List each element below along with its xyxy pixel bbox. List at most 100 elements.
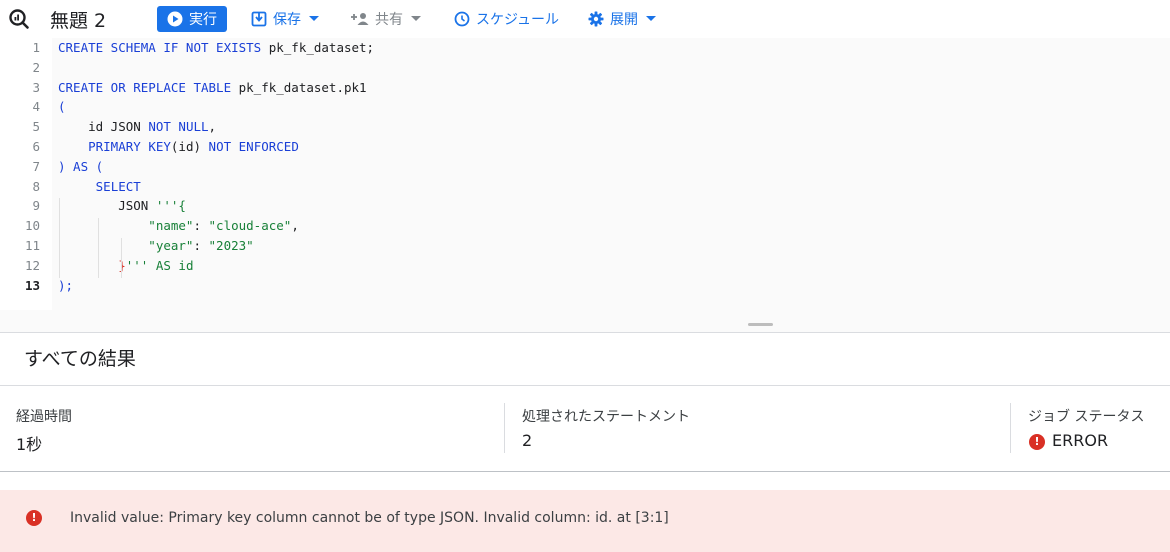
line-number: 2 [32, 59, 40, 75]
code-token: : [193, 218, 209, 234]
code-text: SELECT [58, 177, 141, 197]
chevron-down-icon [411, 16, 421, 22]
code-token: '''{ [155, 198, 186, 214]
line-number: 9 [32, 198, 40, 214]
error-icon: ! [1029, 434, 1045, 450]
code-token: , [208, 119, 217, 135]
code-line[interactable]: 4( [0, 97, 1170, 117]
line-number: 13 [24, 277, 40, 293]
chevron-down-icon [309, 16, 319, 22]
line-number: 3 [32, 79, 40, 95]
query-title[interactable]: 無題 2 [50, 6, 106, 33]
code-line[interactable]: 1 CREATE SCHEMA IF NOT EXISTS pk_fk_datas… [0, 38, 1170, 58]
code-token: JSON [58, 198, 156, 214]
statements-processed-label: 処理されたステートメント [522, 409, 690, 425]
gear-icon [588, 11, 604, 27]
line-number: 12 [24, 257, 40, 273]
results-title: すべての結果 [24, 348, 136, 370]
stat-separator [504, 403, 505, 453]
code-line[interactable]: 12 }''' AS id [0, 256, 1170, 276]
divider [0, 385, 1170, 386]
code-text: JSON '''{ [58, 196, 186, 216]
line-number: 4 [32, 99, 40, 115]
divider [0, 471, 1170, 472]
query-toolbar: 無題 2 実行 保存 共有 スケジュール 展開 [0, 0, 1170, 38]
code-line[interactable]: 2 [0, 58, 1170, 78]
job-status-label: ジョブ ステータス [1028, 409, 1145, 425]
code-line[interactable]: 9 JSON '''{ [0, 196, 1170, 216]
code-text: ); [58, 276, 73, 296]
code-token: "cloud-ace" [208, 218, 292, 234]
play-circle-icon [167, 11, 183, 27]
code-token: (id) [170, 139, 209, 154]
code-text: PRIMARY KEY(id) NOT ENFORCED [58, 137, 299, 157]
code-token: CREATE OR REPLACE TABLE [58, 79, 232, 95]
code-token: ( [58, 99, 66, 115]
resize-handle[interactable] [748, 323, 773, 326]
code-line[interactable]: 5 id JSON NOT NULL, [0, 117, 1170, 137]
code-text: "name": "cloud-ace", [58, 216, 299, 236]
save-button-label: 保存 [273, 12, 301, 28]
line-number: 10 [24, 218, 40, 234]
run-button-label: 実行 [189, 12, 217, 28]
code-text: }''' AS id [58, 256, 193, 276]
person-add-icon [351, 12, 369, 26]
schedule-button[interactable]: スケジュール [454, 6, 559, 32]
line-number: 8 [32, 178, 40, 194]
elapsed-time-value: 1秒 [16, 435, 43, 454]
code-token: , [291, 218, 299, 234]
deploy-button-label: 展開 [610, 12, 638, 28]
schedule-button-label: スケジュール [476, 12, 560, 28]
clock-icon [454, 11, 470, 27]
share-button-label: 共有 [375, 12, 403, 28]
save-button[interactable]: 保存 [251, 6, 319, 32]
code-text: "year": "2023" [58, 236, 254, 256]
sql-editor[interactable]: 1 CREATE SCHEMA IF NOT EXISTS pk_fk_datas… [0, 38, 1170, 310]
code-text: ( [58, 97, 66, 117]
job-status-value: ERROR [1052, 431, 1109, 450]
code-token: SELECT [95, 178, 141, 194]
statements-processed-value: 2 [522, 431, 533, 450]
error-icon: ! [26, 510, 42, 526]
code-token: "name" [58, 218, 194, 234]
share-button[interactable]: 共有 [351, 6, 421, 32]
code-text: CREATE OR REPLACE TABLE pk_fk_dataset.pk… [58, 78, 367, 98]
code-line[interactable]: 7 ) AS ( [0, 157, 1170, 177]
indent-guide [59, 198, 60, 278]
save-icon [251, 11, 267, 27]
line-number: 5 [32, 119, 40, 135]
code-token: ) AS ( [58, 158, 104, 174]
code-line[interactable]: 3 CREATE OR REPLACE TABLE pk_fk_dataset.p… [0, 78, 1170, 98]
chevron-down-icon [646, 16, 656, 22]
code-text: ) AS ( [58, 157, 103, 177]
code-line[interactable]: 6 PRIMARY KEY(id) NOT ENFORCED [0, 137, 1170, 157]
code-token: CREATE SCHEMA IF NOT EXISTS [58, 40, 262, 55]
code-text: id JSON NOT NULL, [58, 117, 216, 137]
code-token: pk_fk_dataset; [261, 40, 375, 55]
indent-guide [98, 218, 99, 278]
code-line[interactable]: 10 "name": "cloud-ace", [0, 216, 1170, 236]
stat-separator [1010, 403, 1011, 453]
code-token: "2023" [208, 238, 254, 253]
elapsed-time-label: 経過時間 [16, 409, 72, 425]
run-button[interactable]: 実行 [157, 6, 227, 32]
line-number: 7 [32, 158, 40, 174]
indent-guide [121, 238, 122, 278]
line-number: 11 [24, 238, 40, 253]
code-text: CREATE SCHEMA IF NOT EXISTS pk_fk_datase… [58, 38, 374, 58]
bigquery-logo-icon [8, 8, 30, 30]
code-token: : [193, 238, 209, 253]
code-line[interactable]: 8 SELECT [0, 177, 1170, 197]
code-token: ); [58, 277, 74, 293]
code-token: "year" [58, 238, 194, 253]
code-token: ''' AS id [125, 257, 194, 273]
code-token: PRIMARY KEY [88, 139, 171, 154]
code-token: NOT ENFORCED [208, 139, 299, 154]
deploy-button[interactable]: 展開 [588, 6, 656, 32]
code-line[interactable]: 11 "year": "2023" [0, 236, 1170, 256]
error-message: Invalid value: Primary key column cannot… [70, 510, 669, 526]
code-line[interactable]: 13); [0, 276, 1170, 296]
